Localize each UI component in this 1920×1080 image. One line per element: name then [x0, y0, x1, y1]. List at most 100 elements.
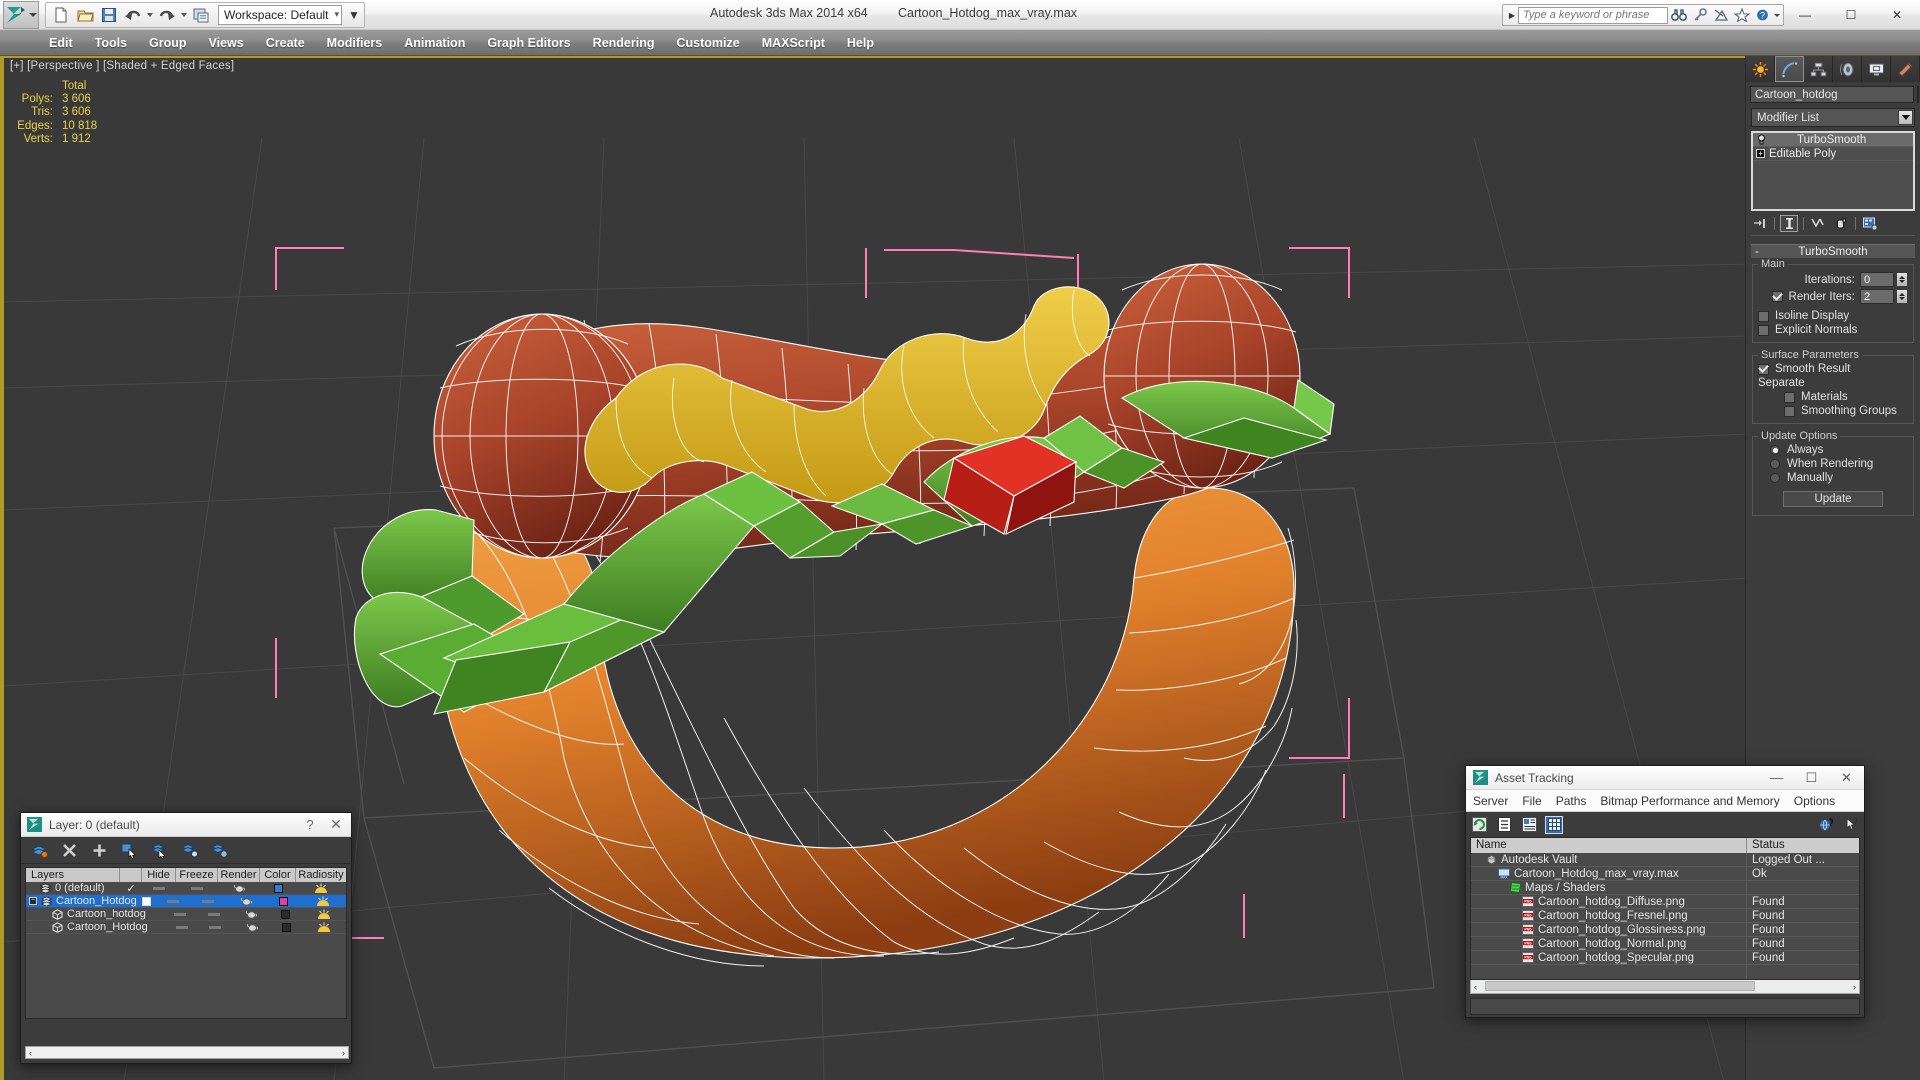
asset-menu-paths[interactable]: Paths — [1549, 792, 1594, 810]
layer-manager-dialog[interactable]: Layer: 0 (default) ? ✕ Layers Hide Freez… — [20, 812, 352, 1064]
layer-horizontal-scrollbar[interactable]: ‹ › — [25, 1046, 349, 1059]
object-radiosity-toggle[interactable] — [302, 921, 346, 934]
object-radiosity-toggle[interactable] — [302, 908, 346, 921]
object-freeze-toggle[interactable] — [197, 921, 234, 934]
configure-modifier-sets-button[interactable] — [1861, 215, 1879, 232]
object-render-toggle[interactable] — [234, 921, 271, 934]
asset-minimize-button[interactable]: — — [1759, 766, 1794, 790]
column-color[interactable]: Color — [260, 868, 296, 882]
menu-item-maxscript[interactable]: MAXScript — [751, 33, 836, 53]
layer-dialog-close-button[interactable]: ✕ — [321, 816, 351, 833]
list-view-button[interactable] — [1495, 816, 1513, 834]
table-row[interactable]: 0 (default) ✓ — [26, 882, 346, 895]
column-name[interactable]: Name — [1471, 838, 1747, 853]
modifier-list-caret-icon[interactable] — [1898, 110, 1913, 125]
maximize-button[interactable]: ☐ — [1828, 0, 1874, 30]
hierarchy-tab[interactable] — [1804, 56, 1833, 82]
table-row[interactable]: MAX Cartoon_Hotdog_max_vray.max Ok — [1471, 866, 1859, 881]
workspace-selector[interactable]: Workspace: Default ▾ — [218, 4, 343, 25]
asset-maximize-button[interactable]: ☐ — [1794, 766, 1829, 790]
display-tab[interactable] — [1862, 56, 1891, 82]
minimize-button[interactable]: — — [1782, 0, 1828, 30]
motion-tab[interactable] — [1833, 56, 1862, 82]
update-button[interactable]: Update — [1783, 491, 1883, 507]
menu-item-rendering[interactable]: Rendering — [582, 33, 666, 53]
menu-item-tools[interactable]: Tools — [84, 33, 138, 53]
scroll-right-icon[interactable]: › — [339, 1048, 348, 1058]
table-row[interactable]: PNG Cartoon_hotdog_Fresnel.png Found — [1471, 908, 1859, 923]
search-input[interactable] — [1518, 6, 1668, 24]
search-binoculars-icon[interactable] — [1668, 5, 1689, 25]
menu-item-group[interactable]: Group — [138, 33, 198, 53]
smoothing-groups-checkbox[interactable] — [1784, 405, 1795, 417]
asset-close-button[interactable]: ✕ — [1829, 766, 1864, 790]
iterations-value[interactable]: 0 — [1860, 272, 1894, 287]
undo-icon[interactable] — [122, 4, 144, 26]
show-end-result-button[interactable] — [1780, 215, 1798, 232]
remove-modifier-button[interactable] — [1832, 215, 1850, 232]
subscription-key-icon[interactable] — [1689, 5, 1710, 25]
grid-view-button[interactable] — [1545, 815, 1563, 834]
asset-list[interactable]: Name Status Autodesk Vault Logged Out ..… — [1470, 837, 1860, 980]
redo-icon[interactable] — [156, 4, 178, 26]
object-color-swatch[interactable] — [270, 908, 302, 921]
layer-color-swatch[interactable] — [260, 882, 296, 895]
plus-box-icon[interactable]: + — [1756, 149, 1765, 158]
highlight-selected-button[interactable] — [179, 840, 199, 860]
layer-radiosity-toggle[interactable] — [296, 882, 346, 895]
scroll-left-icon[interactable]: ‹ — [1471, 982, 1480, 992]
asset-menu-bitmap-performance[interactable]: Bitmap Performance and Memory — [1593, 792, 1786, 810]
isoline-display-row[interactable]: Isoline Display — [1758, 310, 1908, 322]
modifier-stack-item-turbosmooth[interactable]: TurboSmooth — [1753, 133, 1913, 147]
menu-item-graph-editors[interactable]: Graph Editors — [476, 33, 581, 53]
iterations-spinner-arrows[interactable] — [1896, 272, 1908, 287]
menu-item-animation[interactable]: Animation — [393, 33, 476, 53]
object-color-swatch[interactable] — [1917, 86, 1919, 103]
iterations-spinner[interactable]: 0 — [1860, 272, 1908, 287]
new-file-icon[interactable] — [50, 4, 72, 26]
table-row[interactable]: PNG Cartoon_hotdog_Glossiness.png Found — [1471, 922, 1859, 937]
delete-layer-button[interactable] — [59, 840, 79, 860]
object-hide-toggle[interactable] — [165, 908, 195, 921]
modify-tab[interactable] — [1775, 56, 1804, 82]
scroll-right-icon[interactable]: › — [1850, 982, 1859, 992]
pin-stack-button[interactable] — [1751, 215, 1769, 232]
menu-item-modifiers[interactable]: Modifiers — [316, 33, 394, 53]
detail-view-button[interactable] — [1520, 816, 1538, 834]
layer-freeze-toggle[interactable] — [189, 895, 228, 908]
column-layers[interactable]: Layers — [26, 868, 120, 882]
smooth-result-row[interactable]: Smooth Result — [1758, 363, 1908, 375]
utilities-tab[interactable] — [1891, 56, 1920, 82]
layer-list[interactable]: Layers Hide Freeze Render Color Radiosit… — [25, 867, 347, 1019]
table-row[interactable]: PNG Cartoon_hotdog_Normal.png Found — [1471, 936, 1859, 951]
column-hide[interactable]: Hide — [142, 868, 176, 882]
render-iters-value[interactable]: 2 — [1860, 289, 1894, 304]
rollout-collapse-icon[interactable]: - — [1755, 246, 1759, 258]
layer-dialog-help-button[interactable]: ? — [299, 817, 321, 832]
table-row[interactable]: − Cartoon_Hotdog — [26, 895, 346, 908]
open-file-icon[interactable] — [74, 4, 96, 26]
help-question-icon[interactable]: ? — [1752, 5, 1773, 25]
layer-hide-toggle[interactable] — [142, 882, 176, 895]
asset-menu-server[interactable]: Server — [1466, 792, 1515, 810]
object-color-swatch[interactable] — [271, 921, 303, 934]
help-button[interactable] — [1842, 816, 1860, 834]
infocenter-expand-icon[interactable]: ▶ — [1506, 11, 1518, 20]
object-name-field[interactable] — [1750, 86, 1914, 103]
object-hide-toggle[interactable] — [167, 921, 197, 934]
render-iters-spinner-arrows[interactable] — [1896, 289, 1908, 304]
modifier-stack-item-editable-poly[interactable]: + Editable Poly — [1753, 147, 1913, 161]
explicit-normals-checkbox[interactable] — [1758, 324, 1769, 336]
layer-active-check[interactable] — [137, 895, 157, 908]
add-layer-button[interactable] — [89, 840, 109, 860]
new-layer-button[interactable] — [29, 840, 49, 860]
always-row[interactable]: Always — [1758, 444, 1908, 456]
viewport-label[interactable]: [+] [Perspective ] [Shaded + Edged Faces… — [10, 60, 234, 72]
make-unique-button[interactable] — [1809, 215, 1827, 232]
layer-active-check[interactable]: ✓ — [120, 882, 142, 895]
help-web-button[interactable] — [1817, 816, 1835, 834]
materials-row[interactable]: Materials — [1758, 391, 1908, 403]
redo-dropdown-caret-icon[interactable] — [181, 12, 187, 17]
materials-checkbox[interactable] — [1784, 391, 1795, 403]
asset-menu-options[interactable]: Options — [1787, 792, 1842, 810]
